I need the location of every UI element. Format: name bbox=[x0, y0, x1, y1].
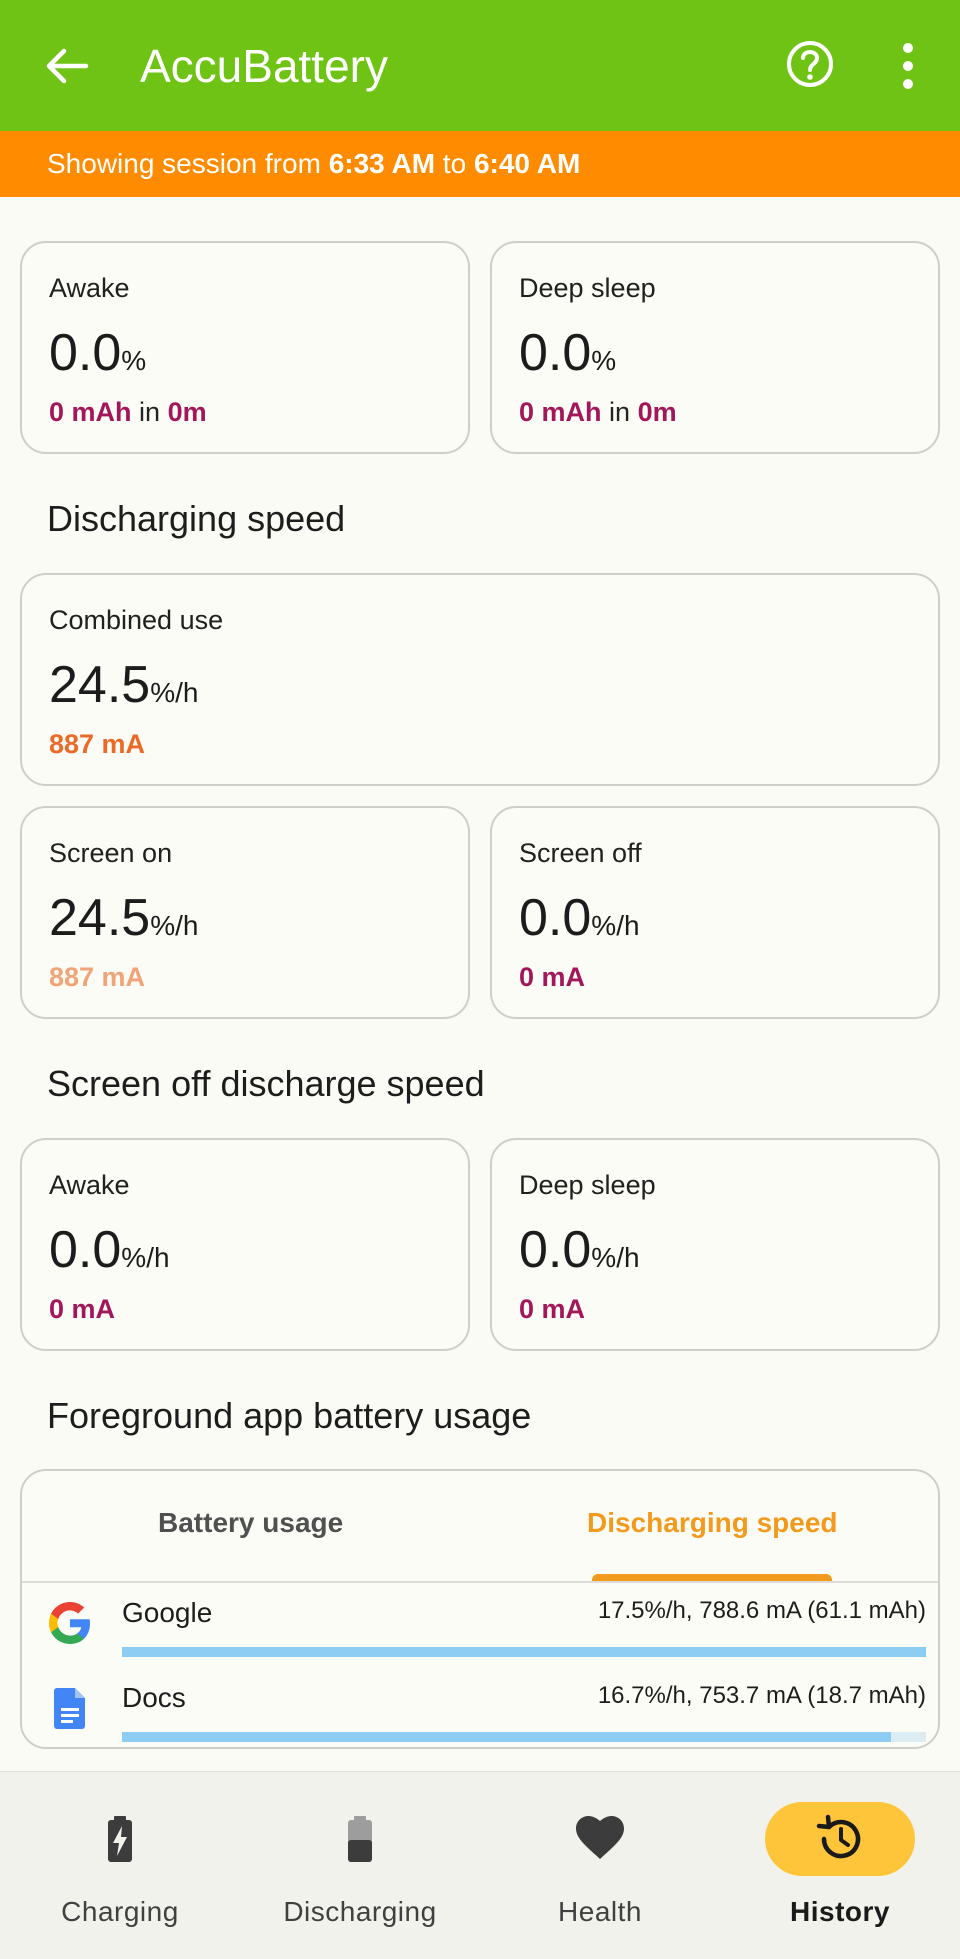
usage-bar-track bbox=[122, 1647, 926, 1657]
nav-history[interactable]: History bbox=[720, 1772, 960, 1959]
docs-icon bbox=[54, 1688, 85, 1729]
screen-off-speed-heading: Screen off discharge speed bbox=[47, 1063, 485, 1104]
nav-health[interactable]: Health bbox=[480, 1772, 720, 1959]
discharging-speed-heading: Discharging speed bbox=[47, 498, 346, 539]
more-options-icon[interactable] bbox=[890, 40, 926, 92]
nav-charging[interactable]: Charging bbox=[0, 1772, 240, 1959]
card-current: 887 mA bbox=[49, 962, 146, 992]
tab-battery-usage[interactable]: Battery usage bbox=[158, 1507, 343, 1539]
nav-label: Discharging bbox=[283, 1896, 437, 1927]
app-title: AccuBattery bbox=[140, 40, 388, 92]
back-arrow-icon[interactable] bbox=[40, 40, 92, 92]
card-value: 0.0%/h bbox=[519, 1221, 640, 1279]
card-current: 0 mA bbox=[519, 1294, 586, 1324]
session-banner: Showing session from 6:33 AM to 6:40 AM bbox=[0, 131, 960, 197]
card-value: 24.5%/h bbox=[49, 656, 199, 714]
screen-off-card: Screen off 0.0%/h 0 mA bbox=[490, 806, 940, 1019]
session-end: 6:40 AM bbox=[473, 148, 581, 179]
card-value: 0.0% bbox=[49, 324, 147, 382]
nav-discharging[interactable]: Discharging bbox=[240, 1772, 480, 1959]
card-label: Awake bbox=[49, 1170, 130, 1200]
card-value: 0.0%/h bbox=[519, 889, 640, 947]
combined-use-card: Combined use 24.5%/h 887 mA bbox=[20, 573, 940, 786]
card-detail: 0 mAh in 0m bbox=[519, 397, 677, 427]
card-current: 0 mA bbox=[49, 1294, 116, 1324]
google-icon bbox=[49, 1602, 90, 1644]
screen-off-deep-sleep-card: Deep sleep 0.0%/h 0 mA bbox=[490, 1138, 940, 1351]
card-label: Combined use bbox=[49, 605, 224, 635]
card-label: Awake bbox=[49, 273, 130, 303]
card-value: 0.0% bbox=[519, 324, 617, 382]
heart-icon bbox=[576, 1816, 624, 1859]
app-stats: 17.5%/h, 788.6 mA (61.1 mAh) bbox=[597, 1597, 926, 1624]
nav-label: Health bbox=[558, 1896, 642, 1927]
nav-label: Charging bbox=[61, 1896, 179, 1927]
usage-bar bbox=[122, 1732, 891, 1742]
screen-on-card: Screen on 24.5%/h 887 mA bbox=[20, 806, 470, 1019]
history-icon bbox=[816, 1814, 861, 1859]
app-name: Google bbox=[122, 1597, 213, 1628]
awake-card: Awake 0.0% 0 mAh in 0m bbox=[20, 241, 470, 454]
usage-bar bbox=[122, 1647, 926, 1657]
battery-charging-icon bbox=[108, 1816, 132, 1862]
card-current: 887 mA bbox=[49, 729, 146, 759]
card-label: Screen on bbox=[49, 838, 173, 868]
usage-bar-track bbox=[122, 1732, 926, 1742]
nav-label: History bbox=[790, 1896, 890, 1927]
card-current: 0 mA bbox=[519, 962, 586, 992]
card-value: 24.5%/h bbox=[49, 889, 199, 947]
card-label: Screen off bbox=[519, 838, 642, 868]
app-row-google[interactable]: Google 17.5%/h, 788.6 mA (61.1 mAh) bbox=[22, 1583, 938, 1667]
session-mid: to bbox=[435, 148, 474, 179]
app-stats: 16.7%/h, 753.7 mA (18.7 mAh) bbox=[597, 1682, 926, 1709]
card-label: Deep sleep bbox=[519, 273, 656, 303]
foreground-usage-heading: Foreground app battery usage bbox=[47, 1395, 532, 1436]
card-label: Deep sleep bbox=[519, 1170, 656, 1200]
help-icon[interactable] bbox=[784, 38, 836, 90]
session-prefix: Showing session from bbox=[47, 148, 329, 179]
session-start: 6:33 AM bbox=[328, 148, 436, 179]
screen-off-awake-card: Awake 0.0%/h 0 mA bbox=[20, 1138, 470, 1351]
card-detail: 0 mAh in 0m bbox=[49, 397, 207, 427]
deep-sleep-card: Deep sleep 0.0% 0 mAh in 0m bbox=[490, 241, 940, 454]
tab-discharging-speed[interactable]: Discharging speed bbox=[587, 1507, 838, 1539]
foreground-usage-card: Battery usage Discharging speed Google 1… bbox=[20, 1469, 940, 1749]
app-bar: AccuBattery bbox=[0, 0, 960, 131]
card-value: 0.0%/h bbox=[49, 1221, 170, 1279]
app-name: Docs bbox=[122, 1682, 186, 1713]
bottom-navigation: Charging Discharging Health History bbox=[0, 1771, 960, 1959]
battery-discharging-icon bbox=[348, 1816, 372, 1862]
app-row-docs[interactable]: Docs 16.7%/h, 753.7 mA (18.7 mAh) bbox=[22, 1668, 938, 1747]
